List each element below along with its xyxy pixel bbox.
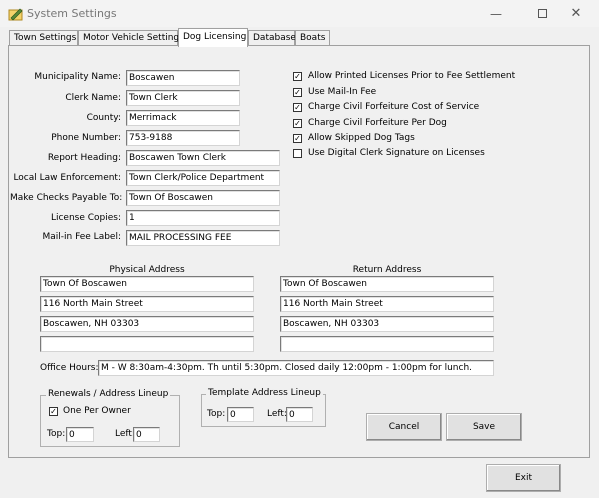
physical-address-line-4[interactable] — [40, 336, 254, 352]
checkbox[interactable]: ✓ — [293, 72, 302, 81]
option-label: Allow Printed Licenses Prior to Fee Sett… — [308, 71, 516, 81]
close-button[interactable]: ✕ — [553, 0, 599, 27]
physical-address-heading: Physical Address — [109, 265, 185, 275]
return-address-heading: Return Address — [352, 265, 422, 275]
office-hours-field[interactable]: M - W 8:30am-4:30pm. Th until 5:30pm. Cl… — [98, 360, 494, 376]
cancel-label: Cancel — [388, 422, 420, 432]
renewals-legend: Renewals / Address Lineup — [46, 389, 171, 399]
clerk-name-label: Clerk Name: — [65, 93, 121, 103]
template-top-label: Top: — [207, 409, 226, 419]
mailin-fee-field[interactable]: MAIL PROCESSING FEE — [126, 230, 280, 246]
return-address-line-4[interactable] — [280, 336, 494, 352]
tab-label: Boats — [300, 33, 326, 43]
tab-motor-vehicle-settings[interactable]: Motor Vehicle Settings — [78, 30, 184, 46]
checkbox[interactable]: ✓ — [293, 88, 302, 97]
window-title: System Settings — [27, 7, 117, 20]
maximize-icon — [537, 9, 547, 18]
municipality-name-field[interactable]: Boscawen — [126, 70, 240, 86]
renewals-left-label: Left: — [115, 429, 135, 439]
return-address-line-3[interactable]: Boscawen, NH 03303 — [280, 316, 494, 332]
template-left-label: Left: — [267, 409, 287, 419]
renewals-top-field[interactable]: 0 — [66, 427, 94, 442]
template-top-field[interactable]: 0 — [227, 407, 254, 422]
checkbox[interactable]: ✓ — [293, 119, 302, 128]
office-hours-label: Office Hours: — [40, 363, 99, 373]
minimize-icon: — — [490, 6, 502, 21]
tab-database[interactable]: Database — [248, 30, 296, 46]
exit-label: Exit — [514, 473, 533, 483]
one-per-owner-checkbox[interactable]: ✓ — [49, 407, 58, 416]
county-field[interactable]: Merrimack — [126, 110, 240, 126]
exit-button[interactable]: Exit — [486, 464, 561, 492]
return-address-line-2[interactable]: 116 North Main Street — [280, 296, 494, 312]
checks-payable-label: Make Checks Payable To: — [10, 193, 123, 203]
county-label: County: — [86, 113, 121, 123]
checkbox[interactable]: ✓ — [293, 103, 302, 112]
tab-label: Town Settings — [14, 33, 77, 43]
local-law-field[interactable]: Town Clerk/Police Department — [126, 170, 280, 186]
option-label: Use Digital Clerk Signature on Licenses — [308, 148, 485, 158]
report-heading-label: Report Heading: — [47, 153, 121, 163]
phone-number-label: Phone Number: — [51, 133, 121, 143]
minimize-button[interactable]: — — [473, 0, 519, 27]
tab-dog-licensing[interactable]: Dog Licensing — [178, 28, 248, 47]
checkbox[interactable] — [293, 149, 302, 158]
checkbox[interactable]: ✓ — [293, 134, 302, 143]
option-label: Charge Civil Forfeiture Cost of Service — [308, 102, 480, 112]
physical-address-line-1[interactable]: Town Of Boscawen — [40, 276, 254, 292]
clerk-name-field[interactable]: Town Clerk — [126, 90, 240, 106]
license-copies-label: License Copies: — [50, 213, 121, 223]
cancel-button[interactable]: Cancel — [366, 413, 442, 441]
report-heading-field[interactable]: Boscawen Town Clerk — [126, 150, 280, 166]
local-law-label: Local Law Enforcement: — [13, 173, 121, 183]
phone-number-field[interactable]: 753-9188 — [126, 130, 240, 146]
tab-boats[interactable]: Boats — [295, 30, 330, 46]
license-copies-field[interactable]: 1 — [126, 210, 280, 226]
app-icon — [8, 8, 23, 21]
template-lineup-legend: Template Address Lineup — [206, 388, 323, 398]
tab-town-settings[interactable]: Town Settings — [9, 30, 78, 46]
close-icon: ✕ — [570, 6, 582, 21]
tab-label: Database — [253, 33, 296, 43]
option-label: Use Mail-In Fee — [308, 87, 377, 97]
template-left-field[interactable]: 0 — [286, 407, 313, 422]
save-label: Save — [472, 422, 496, 432]
one-per-owner-label: One Per Owner — [63, 406, 131, 416]
renewals-left-field[interactable]: 0 — [133, 427, 160, 442]
tab-label: Motor Vehicle Settings — [83, 33, 184, 43]
tab-label: Dog Licensing — [183, 32, 247, 42]
save-button[interactable]: Save — [446, 413, 522, 441]
return-address-line-1[interactable]: Town Of Boscawen — [280, 276, 494, 292]
physical-address-line-2[interactable]: 116 North Main Street — [40, 296, 254, 312]
option-label: Charge Civil Forfeiture Per Dog — [308, 118, 447, 128]
mailin-fee-label: Mail-in Fee Label: — [42, 232, 121, 242]
municipality-name-label: Municipality Name: — [34, 72, 121, 82]
checks-payable-field[interactable]: Town Of Boscawen — [126, 190, 280, 206]
option-label: Allow Skipped Dog Tags — [308, 133, 415, 143]
renewals-top-label: Top: — [47, 429, 66, 439]
physical-address-line-3[interactable]: Boscawen, NH 03303 — [40, 316, 254, 332]
